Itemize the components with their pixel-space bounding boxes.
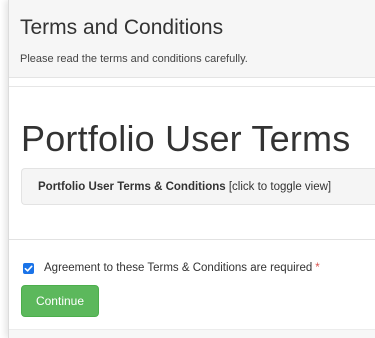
panel-header: Terms and Conditions Please read the ter… — [9, 0, 375, 78]
agreement-row: Agreement to these Terms & Conditions ar… — [23, 260, 320, 276]
checkmark-icon — [24, 265, 33, 272]
terms-toggle-title: Portfolio User Terms & Conditions — [38, 181, 226, 193]
divider — [9, 239, 375, 240]
terms-heading: Portfolio User Terms — [21, 118, 351, 159]
page-subtitle: Please read the terms and conditions car… — [20, 53, 248, 65]
page-title: Terms and Conditions — [20, 16, 224, 39]
continue-button[interactable]: Continue — [21, 285, 99, 317]
terms-toggle[interactable]: Portfolio User Terms & Conditions [click… — [21, 168, 375, 205]
agreement-checkbox[interactable] — [23, 262, 34, 274]
terms-panel: Terms and Conditions Please read the ter… — [8, 0, 375, 338]
required-marker: * — [315, 262, 320, 274]
terms-toggle-text: Portfolio User Terms & Conditions [click… — [38, 181, 331, 193]
divider — [9, 86, 375, 87]
terms-toggle-hint: [click to toggle view] — [228, 181, 332, 193]
panel-footer — [9, 329, 375, 338]
agreement-label: Agreement to these Terms & Conditions ar… — [44, 262, 313, 274]
